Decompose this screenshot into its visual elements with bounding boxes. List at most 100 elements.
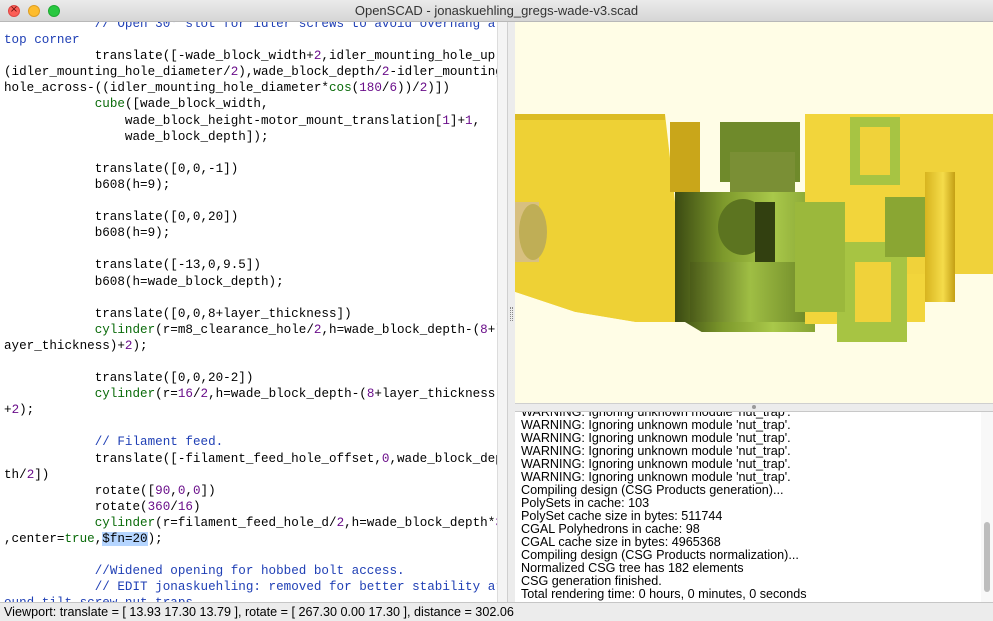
code-token: 1: [442, 113, 450, 128]
code-token: translate([0,0,20-2]): [4, 371, 254, 386]
code-token: 6: [389, 81, 398, 96]
code-token: 0: [192, 483, 201, 498]
code-token: )]): [427, 81, 450, 96]
editor-scrollbar[interactable]: [497, 22, 507, 602]
code-token: 1: [465, 113, 473, 128]
code-line[interactable]: [4, 290, 490, 306]
code-token: ,center=: [4, 532, 65, 546]
code-token: ),wade_block_depth/: [238, 65, 382, 80]
code-token: translate([-wade_block_width+: [4, 49, 314, 64]
code-line[interactable]: [4, 145, 490, 161]
code-token: 180: [359, 81, 382, 96]
code-editor[interactable]: // Open 30° slot for idler screws to avo…: [0, 22, 497, 602]
code-line[interactable]: b608(h=wade_block_depth);: [4, 274, 490, 290]
code-line[interactable]: b608(h=9);: [4, 225, 490, 241]
code-token: cylinder: [94, 322, 156, 337]
code-token: $fn=20: [102, 532, 148, 546]
code-token: cylinder: [94, 387, 156, 402]
title-bar: × OpenSCAD - jonaskuehling_gregs-wade-v3…: [0, 0, 993, 22]
code-line[interactable]: cube([wade_block_width,: [4, 96, 490, 112]
code-token: b608(h=9);: [4, 226, 171, 241]
code-token: ,wade_block_dep: [389, 451, 497, 466]
code-token: (idler_mounting_hole_diameter/: [4, 65, 231, 80]
code-line[interactable]: translate([0,0,-1]): [4, 161, 490, 177]
code-token: ,h=wade_block_depth*: [344, 515, 496, 530]
code-token: (r=m8_clearance_hole/: [155, 322, 314, 337]
code-token: 16: [177, 499, 193, 514]
code-token: // Filament feed.: [94, 435, 224, 450]
code-token: th/: [4, 467, 27, 482]
vertical-splitter[interactable]: [507, 22, 515, 602]
code-token: (r=: [155, 387, 178, 402]
code-line[interactable]: //Widened opening for hobbed bolt access…: [4, 563, 490, 579]
code-token: 2: [336, 515, 345, 530]
code-line[interactable]: translate([-filament_feed_hole_offset,0,…: [4, 451, 497, 467]
code-line[interactable]: (idler_mounting_hole_diameter/2),wade_bl…: [4, 64, 497, 80]
code-token: hole_across-((idler_mounting_hole_diamet…: [4, 81, 329, 96]
code-token: 360: [147, 499, 171, 514]
code-line[interactable]: translate([0,0,8+layer_thickness]): [4, 306, 490, 322]
code-token: rotate(: [4, 499, 148, 514]
code-line[interactable]: translate([0,0,20-2]): [4, 370, 490, 386]
code-line[interactable]: b608(h=9);: [4, 177, 490, 193]
code-token: true: [64, 532, 95, 546]
code-token: ,: [185, 483, 193, 498]
code-line[interactable]: // Filament feed.: [4, 434, 490, 450]
code-token: //Widened opening for hobbed bolt access…: [94, 564, 405, 579]
code-token: ]): [34, 467, 50, 482]
code-line[interactable]: rotate([90,0,0]): [4, 483, 490, 499]
code-token: +layer_thickness): [374, 387, 497, 402]
splitter-handle-icon: [752, 405, 756, 409]
code-token: ,: [170, 483, 178, 498]
code-line[interactable]: rotate(360/16): [4, 499, 490, 515]
code-token: cos: [328, 81, 352, 96]
code-line[interactable]: translate([0,0,20]): [4, 209, 490, 225]
code-line[interactable]: translate([-wade_block_width+2,idler_mou…: [4, 48, 497, 64]
code-line[interactable]: translate([-13,0,9.5]): [4, 257, 490, 273]
code-line[interactable]: [4, 241, 490, 257]
code-token: ): [192, 499, 201, 514]
status-bar: Viewport: translate = [ 13.93 17.30 13.7…: [0, 602, 993, 621]
code-line[interactable]: cylinder(r=16/2,h=wade_block_depth-(8+la…: [4, 386, 497, 402]
rendered-model: [515, 22, 993, 403]
code-token: );: [132, 338, 148, 353]
code-line[interactable]: [4, 193, 490, 209]
code-line[interactable]: [4, 547, 490, 563]
code-line[interactable]: // Open 30° slot for idler screws to avo…: [4, 22, 497, 32]
code-line[interactable]: ayer_thickness)+2);: [4, 338, 490, 354]
code-line[interactable]: top corner: [4, 32, 490, 48]
code-token: wade_block_height-motor_mount_translatio…: [4, 113, 443, 128]
3d-viewport[interactable]: [515, 22, 993, 403]
code-token: /: [192, 387, 201, 402]
code-line[interactable]: [4, 418, 490, 434]
code-token: ))/: [397, 81, 420, 96]
console-scroll-thumb[interactable]: [984, 522, 990, 592]
code-token: wade_block_depth]);: [4, 129, 269, 144]
code-token: 2: [11, 403, 20, 418]
horizontal-splitter[interactable]: [515, 403, 993, 411]
code-line[interactable]: [4, 354, 490, 370]
code-line[interactable]: hole_across-((idler_mounting_hole_diamet…: [4, 80, 490, 96]
code-token: ,h=wade_block_depth-(: [208, 387, 367, 402]
code-text[interactable]: // Open 30° slot for idler screws to avo…: [4, 22, 497, 602]
code-line[interactable]: ,center=true,$fn=20);: [4, 531, 490, 547]
code-line[interactable]: wade_block_depth]);: [4, 129, 490, 145]
code-line[interactable]: +2);: [4, 402, 490, 418]
code-line[interactable]: ound tilt screw nut traps: [4, 595, 490, 602]
code-token: b608(h=wade_block_depth);: [4, 274, 284, 289]
code-line[interactable]: th/2]): [4, 467, 490, 483]
code-line[interactable]: // EDIT jonaskuehling: removed for bette…: [4, 579, 497, 595]
code-token: ,h=wade_block_depth-(: [321, 322, 481, 337]
code-line[interactable]: cylinder(r=m8_clearance_hole/2,h=wade_bl…: [4, 322, 497, 338]
console-panel[interactable]: WARNING: Ignoring unknown module 'nut_tr…: [515, 411, 993, 602]
console-scrollbar[interactable]: [981, 412, 993, 602]
code-line[interactable]: wade_block_height-motor_mount_translatio…: [4, 113, 490, 129]
code-token: translate([0,0,20]): [4, 210, 239, 225]
code-line[interactable]: cylinder(r=filament_feed_hole_d/2,h=wade…: [4, 515, 497, 531]
